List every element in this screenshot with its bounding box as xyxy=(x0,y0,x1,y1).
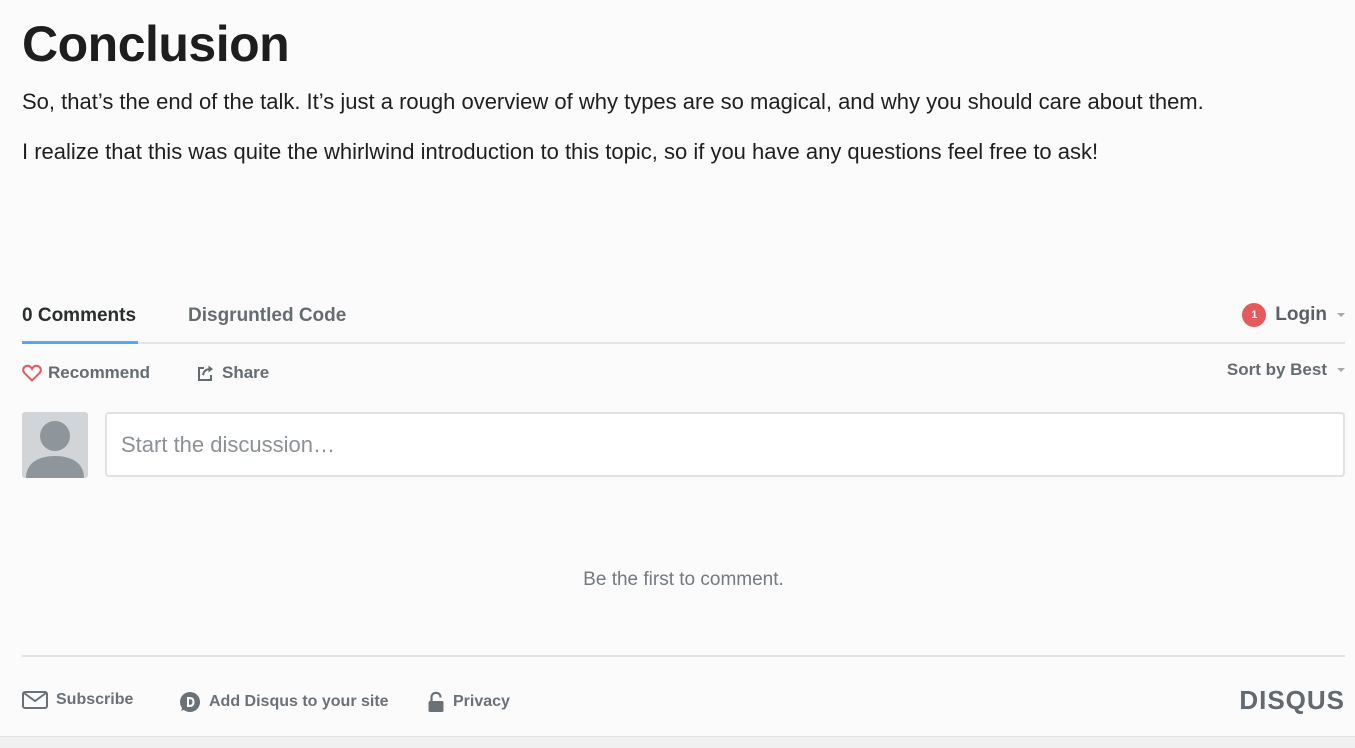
tab-comments[interactable]: 0 Comments xyxy=(22,305,139,344)
chevron-down-icon xyxy=(1337,368,1345,372)
comment-actions: Recommend Share Sort by Best xyxy=(22,344,1345,400)
comments-nav: 0 Comments Disgruntled Code 1 Login xyxy=(22,297,1345,344)
article: Conclusion So, that’s the end of the tal… xyxy=(22,14,1322,170)
comment-input[interactable] xyxy=(105,412,1345,477)
privacy-link[interactable]: Privacy xyxy=(427,691,510,713)
notification-badge: 1 xyxy=(1242,303,1267,327)
share-button[interactable]: Share xyxy=(196,363,269,383)
mail-icon xyxy=(22,691,48,709)
recommend-button[interactable]: Recommend xyxy=(22,363,150,383)
privacy-label: Privacy xyxy=(453,693,510,710)
page-title: Conclusion xyxy=(22,16,290,72)
comment-composer xyxy=(22,412,1345,480)
chevron-down-icon xyxy=(1337,313,1345,317)
subscribe-label: Subscribe xyxy=(56,691,134,708)
login-menu[interactable]: 1 Login xyxy=(1242,303,1345,327)
heart-icon xyxy=(22,364,42,382)
share-label: Share xyxy=(222,363,270,382)
share-icon xyxy=(198,365,213,381)
sort-dropdown[interactable]: Sort by Best xyxy=(1227,360,1345,380)
paragraph-2: I realize that this was quite the whirlw… xyxy=(22,139,1099,164)
tab-community[interactable]: Disgruntled Code xyxy=(188,305,346,327)
login-label: Login xyxy=(1275,304,1327,325)
sort-label: Sort by Best xyxy=(1226,360,1327,379)
empty-state-message: Be the first to comment. xyxy=(583,569,784,590)
add-disqus-link[interactable]: Add Disqus to your site xyxy=(179,691,389,713)
comments-footer: Subscribe Add Disqus to your site Privac… xyxy=(22,685,1345,715)
add-disqus-label: Add Disqus to your site xyxy=(209,693,389,710)
subscribe-link[interactable]: Subscribe xyxy=(22,691,133,709)
user-avatar-icon xyxy=(22,412,88,478)
disqus-comments: 0 Comments Disgruntled Code 1 Login Reco… xyxy=(22,297,1345,715)
recommend-label: Recommend xyxy=(48,363,151,382)
footer-divider xyxy=(22,655,1345,657)
disqus-logo-icon xyxy=(180,692,200,712)
lock-icon xyxy=(428,691,444,712)
paragraph-1: So, that’s the end of the talk. It’s jus… xyxy=(22,89,1204,114)
page-bottom-edge xyxy=(0,736,1355,748)
disqus-brand[interactable]: DISQUS xyxy=(1239,685,1345,716)
